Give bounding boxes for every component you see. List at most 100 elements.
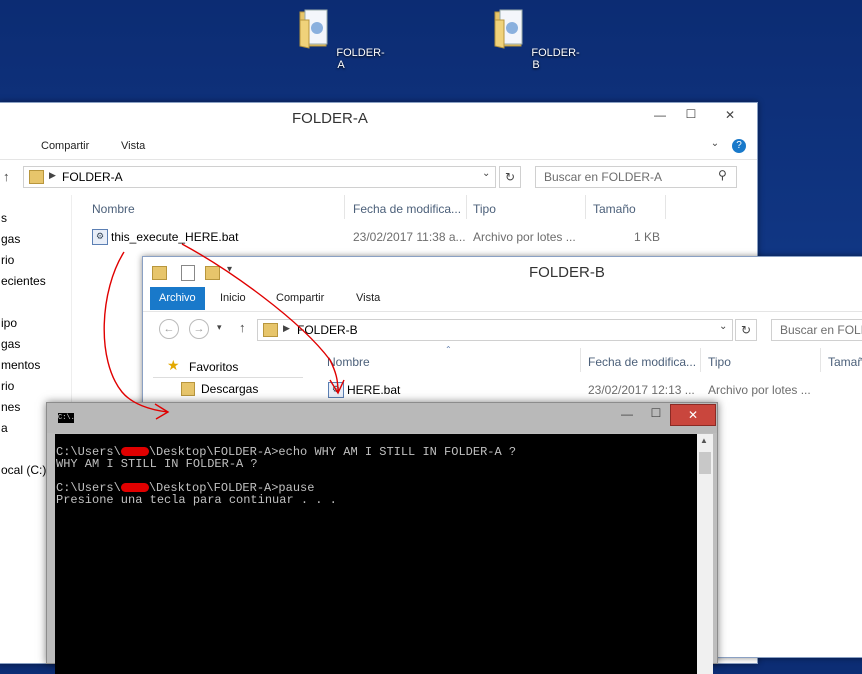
close-button[interactable]: ✕ [709,108,751,122]
scroll-thumb[interactable] [699,452,711,474]
search-placeholder: Buscar en FOLD [780,323,862,337]
cmd-window: C:\. — ☐ ✕ C:\Users\ \Desktop\FOLDER-A>ec… [46,402,718,674]
folder-a-ribbon: Compartir Vista ⌄ ? [0,135,757,160]
search-input[interactable]: Buscar en FOLDER-A ⚲ [535,166,737,188]
column-header-name[interactable]: Nombre [92,202,135,216]
batch-file-icon: ⚙ [92,229,108,245]
sort-arrow-icon: ⌃ [445,345,452,354]
cmd-app-icon: C:\. [58,413,74,423]
file-name: this_execute_HERE.bat [111,230,239,244]
cmd-scrollbar[interactable]: ▲ [697,434,713,674]
nav-item[interactable]: ecientes [1,274,46,288]
chevron-right-icon: ▶ [283,323,290,333]
nav-item[interactable]: rio [1,379,14,393]
nav-item[interactable]: ipo [1,316,17,330]
console-line: WHY AM I STILL IN FOLDER-A ? [56,457,258,471]
maximize-button[interactable]: ☐ [643,406,669,420]
nav-item[interactable]: nes [1,400,20,414]
file-name: HERE.bat [347,383,401,397]
column-separator[interactable] [665,195,666,219]
folder-a-address-row: ↑ ▶ FOLDER-A ⌄ ↻ Buscar en FOLDER-A ⚲ [0,161,757,193]
column-header-type[interactable]: Tipo [708,355,731,369]
chevron-down-icon[interactable]: ⌄ [707,138,723,149]
cmd-titlebar[interactable]: C:\. — ☐ ✕ [47,403,717,433]
refresh-icon[interactable]: ↻ [499,166,521,188]
folder-a-titlebar[interactable]: FOLDER-A — ☐ ✕ [0,103,757,133]
folder-b-titlebar[interactable]: ▾ FOLDER-B [143,257,862,287]
nav-item[interactable]: s [1,211,7,225]
address-bar[interactable]: ▶ FOLDER-B ⌄ [257,319,733,341]
tab-vista[interactable]: Vista [356,292,380,304]
up-arrow-icon[interactable]: ↑ [239,320,246,335]
file-row[interactable]: ⚙ this_execute_HERE.bat 23/02/2017 11:38… [89,225,669,247]
file-type: Archivo por lotes ... [473,230,576,244]
properties-icon[interactable] [181,265,195,281]
nav-item-descargas[interactable]: Descargas [153,379,303,399]
chevron-right-icon: ▶ [49,170,56,180]
folder-icon [299,9,328,49]
search-placeholder: Buscar en FOLDER-A [544,170,663,184]
chevron-down-icon[interactable]: ⌄ [482,168,490,179]
folder-icon [152,266,167,280]
minimize-button[interactable]: — [613,407,641,421]
back-arrow-icon[interactable]: ← [159,319,179,339]
help-icon[interactable]: ? [732,139,746,153]
column-separator[interactable] [820,348,821,372]
star-icon: ★ [167,357,180,373]
column-header-size[interactable]: Tamañ [828,355,862,369]
desktop-icon-folder-b[interactable]: FOLDER-B [491,8,581,71]
scroll-up-icon[interactable]: ▲ [700,436,708,445]
maximize-button[interactable]: ☐ [677,107,705,121]
folder-b-ribbon: Archivo Inicio Compartir Vista [143,287,862,312]
nav-item-favoritos[interactable]: ★ Favoritos [153,357,303,378]
nav-item-label: Descargas [201,382,259,396]
tab-compartir[interactable]: Compartir [276,292,324,304]
column-separator[interactable] [466,195,467,219]
downloads-icon [181,382,195,396]
new-folder-icon[interactable] [205,266,220,280]
nav-item[interactable]: a [1,421,8,435]
column-separator[interactable] [585,195,586,219]
close-button[interactable]: ✕ [670,404,716,426]
tab-inicio[interactable]: Inicio [220,292,246,304]
window-title: FOLDER-B [529,264,605,281]
minimize-button[interactable]: — [645,108,675,122]
column-header-date[interactable]: Fecha de modifica... [353,202,461,216]
chevron-down-icon[interactable]: ▾ [227,264,232,275]
address-bar[interactable]: ▶ FOLDER-A ⌄ [23,166,496,188]
up-arrow-icon[interactable]: ↑ [3,169,10,184]
desktop-icon-folder-a[interactable]: FOLDER-A [296,8,386,71]
column-header-date[interactable]: Fecha de modifica... [588,355,696,369]
file-type: Archivo por lotes ... [708,383,811,397]
column-header-name[interactable]: Nombre [327,355,370,369]
column-header-size[interactable]: Tamaño [593,202,636,216]
search-input[interactable]: Buscar en FOLD [771,319,862,341]
redaction-mark [120,483,149,493]
tab-compartir[interactable]: Compartir [41,140,89,152]
nav-item[interactable]: mentos [1,358,40,372]
batch-file-icon: ⚙ [328,382,344,398]
nav-item[interactable]: gas [1,232,20,246]
column-separator[interactable] [580,348,581,372]
tab-vista[interactable]: Vista [121,140,145,152]
chevron-down-icon[interactable]: ▾ [217,322,222,333]
chevron-down-icon[interactable]: ⌄ [719,321,727,332]
file-size: 1 KB [634,230,661,244]
nav-item[interactable]: gas [1,337,20,351]
file-row[interactable]: ⚙ HERE.bat 23/02/2017 12:13 ... Archivo … [325,379,862,401]
window-title: FOLDER-A [292,110,368,127]
folder-b-address-row: ← → ▾ ↑ ▶ FOLDER-B ⌄ ↻ Buscar en FOLD [143,314,862,346]
cmd-console-output[interactable]: C:\Users\ \Desktop\FOLDER-A>echo WHY AM I… [55,434,697,674]
folder-icon [494,9,523,49]
column-separator[interactable] [344,195,345,219]
forward-arrow-icon[interactable]: → [189,319,209,339]
column-header-type[interactable]: Tipo [473,202,496,216]
nav-item[interactable]: ocal (C:) [1,463,46,477]
search-icon: ⚲ [718,168,727,182]
folder-icon [29,170,44,184]
nav-item[interactable]: rio [1,253,14,267]
refresh-icon[interactable]: ↻ [735,319,757,341]
tab-archivo[interactable]: Archivo [150,287,205,310]
console-line: Presione una tecla para continuar . . . [56,493,337,507]
column-separator[interactable] [700,348,701,372]
